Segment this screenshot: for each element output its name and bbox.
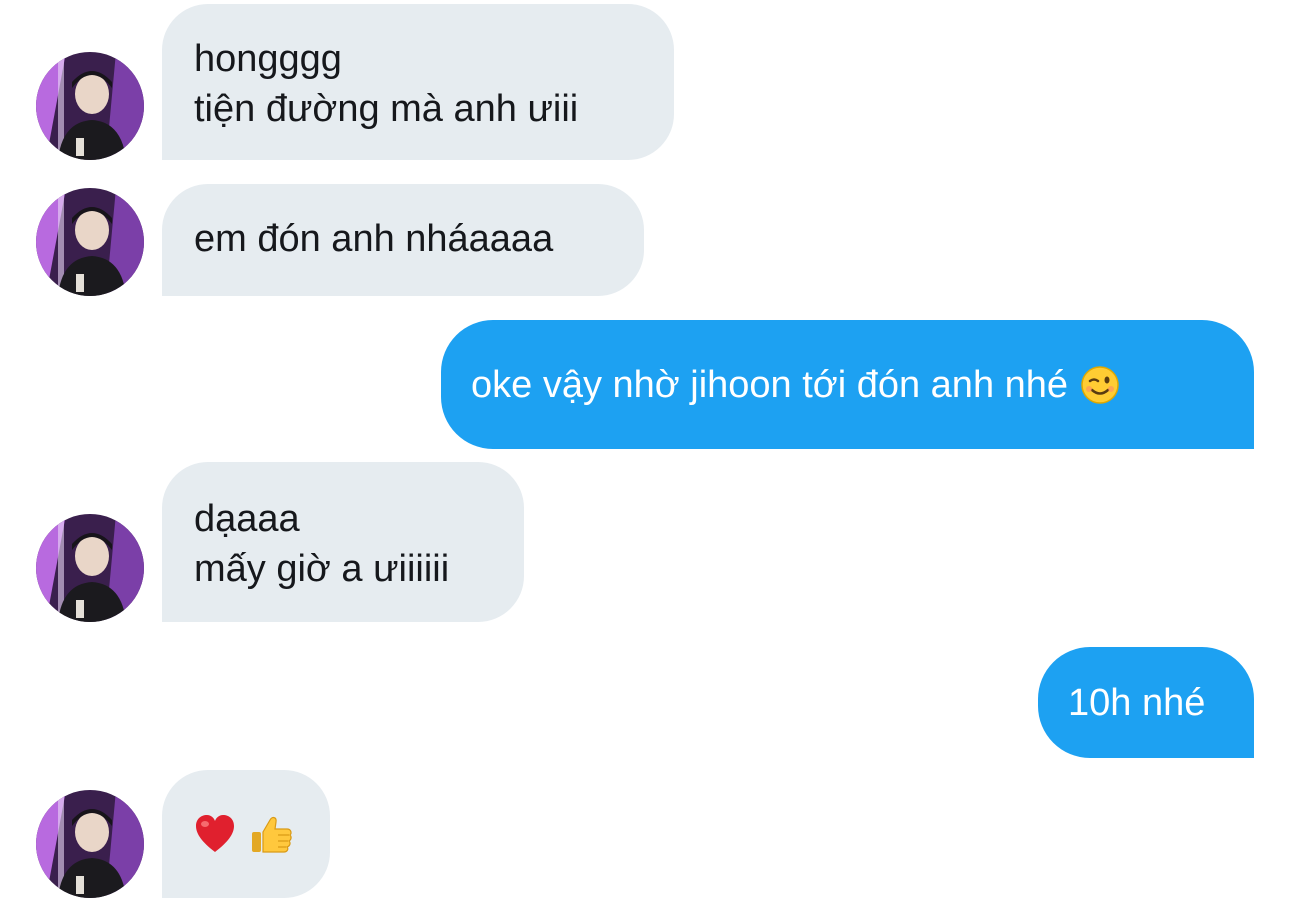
emoji-row [194, 770, 298, 898]
avatar-image [36, 52, 144, 160]
outgoing-message-bubble[interactable]: 10h nhé [1038, 647, 1254, 758]
red-heart-emoji-icon [194, 814, 236, 854]
outgoing-message-bubble[interactable]: oke vậy nhờ jihoon tới đón anh nhé [441, 320, 1254, 449]
message-text: hongggg [194, 38, 342, 80]
message-text: 10h nhé [1068, 681, 1206, 724]
avatar-image [36, 790, 144, 898]
message-text: oke vậy nhờ jihoon tới đón anh nhé [471, 363, 1069, 406]
incoming-message-bubble[interactable] [162, 770, 330, 898]
message-text: em đón anh nháaaaa [194, 218, 554, 260]
message-text: tiện đường mà anh ưiii [194, 88, 579, 130]
sender-avatar[interactable] [36, 188, 144, 296]
sender-avatar[interactable] [36, 52, 144, 160]
avatar-image [36, 514, 144, 622]
sender-avatar[interactable] [36, 514, 144, 622]
incoming-message-bubble[interactable]: dạaaa mấy giờ a ưiiiiii [162, 462, 524, 622]
incoming-message-bubble[interactable]: em đón anh nháaaaa [162, 184, 644, 296]
winking-face-emoji-icon [1080, 365, 1120, 405]
incoming-message-bubble[interactable]: hongggg tiện đường mà anh ưiii [162, 4, 674, 160]
thumbs-up-emoji-icon [250, 812, 294, 856]
avatar-image [36, 188, 144, 296]
message-text: dạaaa [194, 498, 300, 540]
message-text: mấy giờ a ưiiiiii [194, 548, 450, 590]
sender-avatar[interactable] [36, 790, 144, 898]
